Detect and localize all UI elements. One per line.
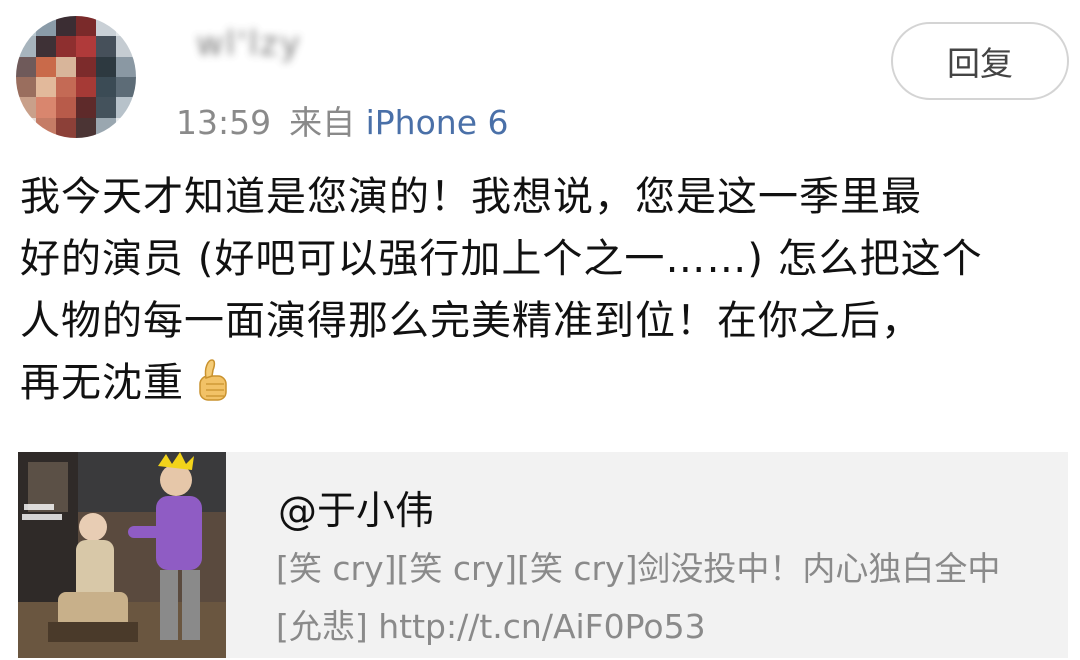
author-name[interactable]: wl'lzy	[196, 24, 302, 64]
quoted-user-link[interactable]: @于小伟	[278, 480, 434, 536]
post-line-text: 再无沈重	[20, 360, 184, 406]
post-body: 我今天才知道是您演的！我想说，您是这一季里最 好的演员 (好吧可以强行加上个之一…	[20, 166, 1070, 414]
post-line: 再无沈重	[20, 352, 1070, 414]
quoted-post-thumbnail[interactable]	[18, 452, 226, 658]
post-line: 好的演员 (好吧可以强行加上个之一……) 怎么把这个	[20, 236, 983, 282]
post-meta: 13:59 来自 iPhone 6	[176, 96, 509, 144]
thumbs-up-icon	[199, 359, 227, 401]
post-line: 人物的每一面演得那么完美精准到位！在你之后，	[20, 298, 922, 344]
quoted-text-line: [笑 cry][笑 cry][笑 cry]剑没投中！内心独白全中	[276, 549, 1001, 588]
post-time: 13:59	[176, 103, 272, 142]
quoted-text-line[interactable]: [允悲] http://t.cn/AiF0Po53	[276, 600, 706, 648]
source-prefix: 来自	[289, 103, 356, 142]
avatar[interactable]	[16, 16, 136, 138]
reply-button[interactable]: 回复	[891, 22, 1069, 100]
quoted-post-card[interactable]: @于小伟 [笑 cry][笑 cry][笑 cry]剑没投中！内心独白全中 [允…	[18, 452, 1068, 658]
thumbnail-image	[18, 452, 226, 658]
device-link[interactable]: iPhone 6	[366, 103, 509, 142]
post-line: 我今天才知道是您演的！我想说，您是这一季里最	[20, 174, 922, 220]
